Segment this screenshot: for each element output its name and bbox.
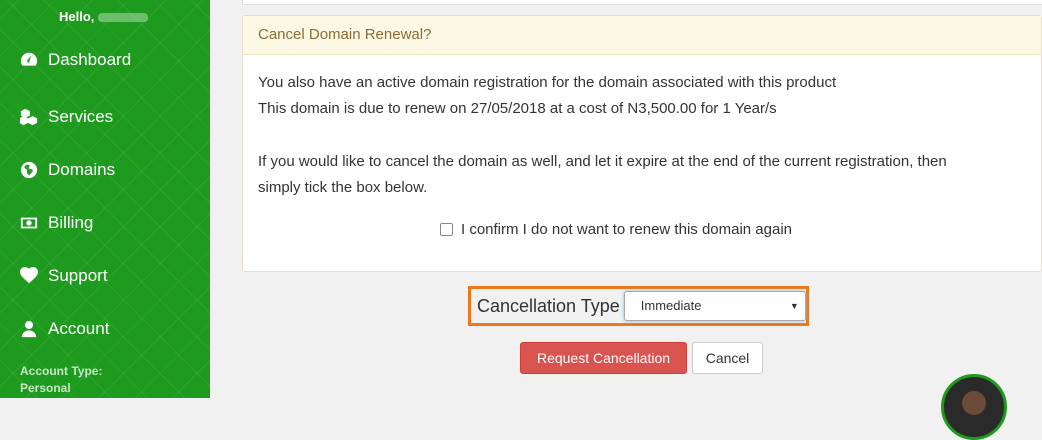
cancel-domain-renewal-panel: Cancel Domain Renewal? You also have an … <box>242 15 1042 272</box>
account-type-label: Account Type: <box>20 364 103 378</box>
sidebar: Hello, Dashboard Services Domains Billin… <box>0 0 210 398</box>
sidebar-item-label: Dashboard <box>48 50 132 69</box>
instruction-line-2: simply tick the box below. <box>258 179 428 196</box>
sidebar-item-domains[interactable]: Domains <box>20 160 115 180</box>
sidebar-item-label: Services <box>48 107 114 126</box>
cubes-icon <box>20 108 38 126</box>
renewal-info-line: This domain is due to renew on 27/05/201… <box>258 100 777 117</box>
panel-title: Cancel Domain Renewal? <box>243 16 1041 55</box>
greeting-text: Hello, <box>59 9 95 24</box>
sidebar-item-label: Billing <box>48 213 94 232</box>
domain-info-line: You also have an active domain registrat… <box>258 74 837 91</box>
account-type-value: Personal <box>20 381 71 395</box>
cancellation-type-value: Immediate <box>640 298 702 313</box>
user-icon <box>21 320 37 338</box>
cancellation-type-highlight: Cancellation Type Immediate ▼ <box>468 286 809 326</box>
globe-icon <box>20 161 38 179</box>
heart-icon <box>20 267 38 284</box>
cancellation-type-select[interactable]: Immediate ▼ <box>623 291 806 321</box>
cancel-button[interactable]: Cancel <box>692 342 763 374</box>
sidebar-item-dashboard[interactable]: Dashboard <box>20 50 131 70</box>
sidebar-item-support[interactable]: Support <box>20 266 108 286</box>
instruction-line: If you would like to cancel the domain a… <box>258 153 947 170</box>
sidebar-item-services[interactable]: Services <box>20 107 113 127</box>
avatar-face <box>962 391 986 415</box>
sidebar-item-label: Account <box>48 319 110 338</box>
chat-avatar[interactable] <box>941 374 1007 440</box>
account-type: Account Type: Personal <box>20 363 102 397</box>
confirm-checkbox[interactable] <box>440 223 453 236</box>
username-redacted <box>98 13 149 23</box>
greeting: Hello, <box>59 9 149 24</box>
confirm-no-renew[interactable]: I confirm I do not want to renew this do… <box>440 221 792 238</box>
sidebar-item-account[interactable]: Account <box>20 319 109 339</box>
money-icon <box>20 217 38 229</box>
sidebar-item-billing[interactable]: Billing <box>20 213 93 233</box>
sidebar-item-label: Support <box>48 266 108 285</box>
sidebar-item-label: Domains <box>48 160 116 179</box>
confirm-label: I confirm I do not want to renew this do… <box>461 221 793 238</box>
dashboard-icon <box>20 52 38 66</box>
cancellation-type-label: Cancellation Type <box>477 295 620 316</box>
dropdown-arrow-icon: ▼ <box>789 301 799 311</box>
request-cancellation-button[interactable]: Request Cancellation <box>520 342 687 374</box>
previous-panel-edge <box>242 0 1042 5</box>
